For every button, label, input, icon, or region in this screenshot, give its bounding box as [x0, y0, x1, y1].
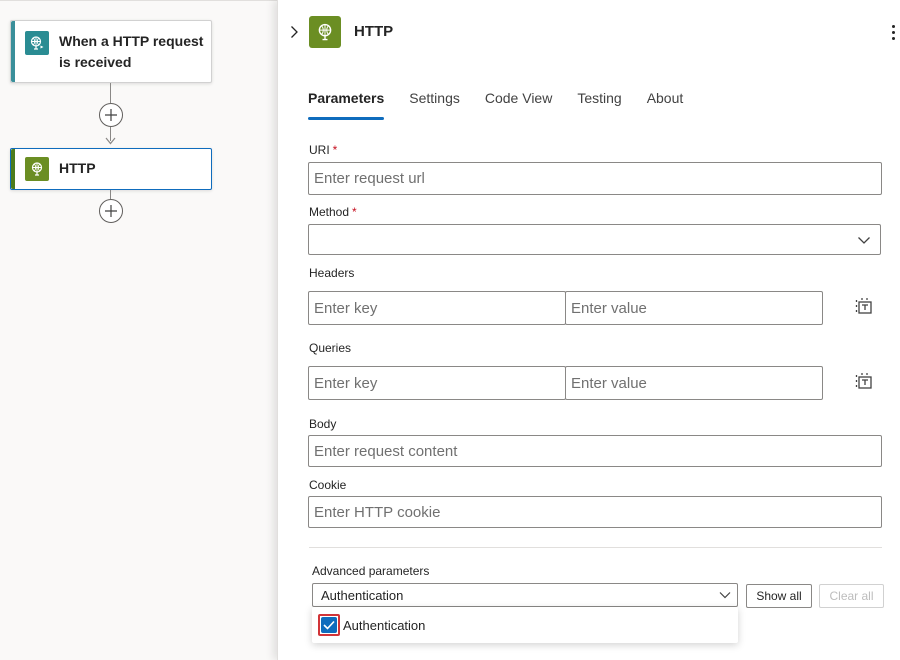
arrow-down-icon [105, 137, 116, 145]
headers-key-placeholder: Enter key [314, 299, 378, 317]
uri-input[interactable]: Enter request url [308, 162, 882, 195]
headers-key-input[interactable]: Enter key [308, 291, 566, 325]
more-options-button[interactable] [887, 22, 899, 42]
cookie-label: Cookie [309, 478, 347, 492]
queries-key-placeholder: Enter key [314, 374, 378, 392]
method-label-text: Method [309, 205, 350, 219]
chevron-down-icon [719, 592, 731, 599]
panel-tabs: Parameters Settings Code View Testing Ab… [308, 86, 708, 122]
headers-text-mode-button[interactable] [854, 296, 876, 318]
cookie-input[interactable]: Enter HTTP cookie [308, 496, 882, 528]
switch-to-text-mode-icon [855, 298, 872, 314]
trigger-card-title: When a HTTP request is received [59, 33, 204, 70]
advanced-parameters-value: Authentication [321, 587, 404, 603]
connector-line [110, 190, 111, 199]
panel-header: HTTP [278, 0, 900, 62]
body-label: Body [309, 417, 337, 431]
http-card-accent [11, 149, 15, 189]
trigger-card-accent [11, 21, 15, 82]
section-divider [309, 547, 882, 548]
tab-settings[interactable]: Settings [409, 86, 460, 120]
checkmark-icon [323, 620, 335, 630]
plus-icon [105, 205, 117, 217]
body-placeholder: Enter request content [314, 442, 458, 460]
headers-label: Headers [309, 266, 355, 280]
uri-label-text: URI [309, 143, 330, 157]
insert-step-button[interactable] [99, 103, 123, 127]
more-dot [891, 36, 895, 40]
cookie-placeholder: Enter HTTP cookie [314, 503, 441, 521]
headers-value-placeholder: Enter value [571, 299, 647, 317]
trigger-card[interactable]: When a HTTP request is received [10, 20, 212, 83]
http-card-title: HTTP [59, 160, 96, 176]
uri-placeholder: Enter request url [314, 170, 425, 187]
authentication-checkbox[interactable] [318, 614, 340, 636]
required-marker: * [332, 143, 338, 157]
tab-about[interactable]: About [647, 86, 684, 120]
advanced-parameters-label: Advanced parameters [312, 564, 430, 578]
headers-value-input[interactable]: Enter value [565, 291, 823, 325]
http-globe-icon [309, 16, 341, 48]
chevron-right-icon [290, 26, 298, 38]
method-select[interactable] [308, 224, 881, 255]
http-globe-icon [25, 157, 49, 181]
connector-line [110, 83, 111, 103]
queries-value-placeholder: Enter value [571, 374, 647, 392]
uri-label: URI * [309, 143, 337, 157]
queries-label: Queries [309, 341, 352, 355]
clear-all-button[interactable]: Clear all [819, 584, 884, 608]
http-action-card[interactable]: HTTP [10, 148, 212, 190]
body-input[interactable]: Enter request content [308, 435, 882, 467]
chevron-down-icon [858, 236, 870, 244]
option-label: Authentication [343, 617, 426, 633]
checkbox-fill [321, 617, 337, 633]
queries-value-input[interactable]: Enter value [565, 366, 823, 400]
queries-text-mode-button[interactable] [854, 371, 876, 393]
collapse-panel-button[interactable] [286, 22, 302, 42]
advanced-parameters-select[interactable]: Authentication [312, 583, 738, 607]
method-label: Method * [309, 205, 357, 219]
option-authentication[interactable]: Authentication [318, 613, 425, 637]
more-dot [891, 30, 895, 34]
tab-parameters[interactable]: Parameters [308, 86, 385, 120]
panel-title[interactable]: HTTP [354, 23, 393, 40]
http-request-globe-icon [25, 31, 49, 55]
show-all-button[interactable]: Show all [746, 584, 812, 608]
queries-key-input[interactable]: Enter key [308, 366, 566, 400]
tab-code-view[interactable]: Code View [485, 86, 552, 120]
action-details-panel: HTTP Parameters Settings Code View Testi… [277, 0, 900, 660]
more-dot [891, 24, 895, 28]
required-marker: * [352, 205, 357, 219]
switch-to-text-mode-icon [855, 373, 872, 389]
canvas-top-border [0, 0, 277, 1]
add-step-button[interactable] [99, 199, 123, 223]
advanced-parameters-dropdown: Authentication [312, 607, 738, 643]
tab-testing[interactable]: Testing [577, 86, 621, 120]
designer-canvas: When a HTTP request is received HTTP [0, 0, 277, 660]
plus-icon [105, 109, 117, 121]
